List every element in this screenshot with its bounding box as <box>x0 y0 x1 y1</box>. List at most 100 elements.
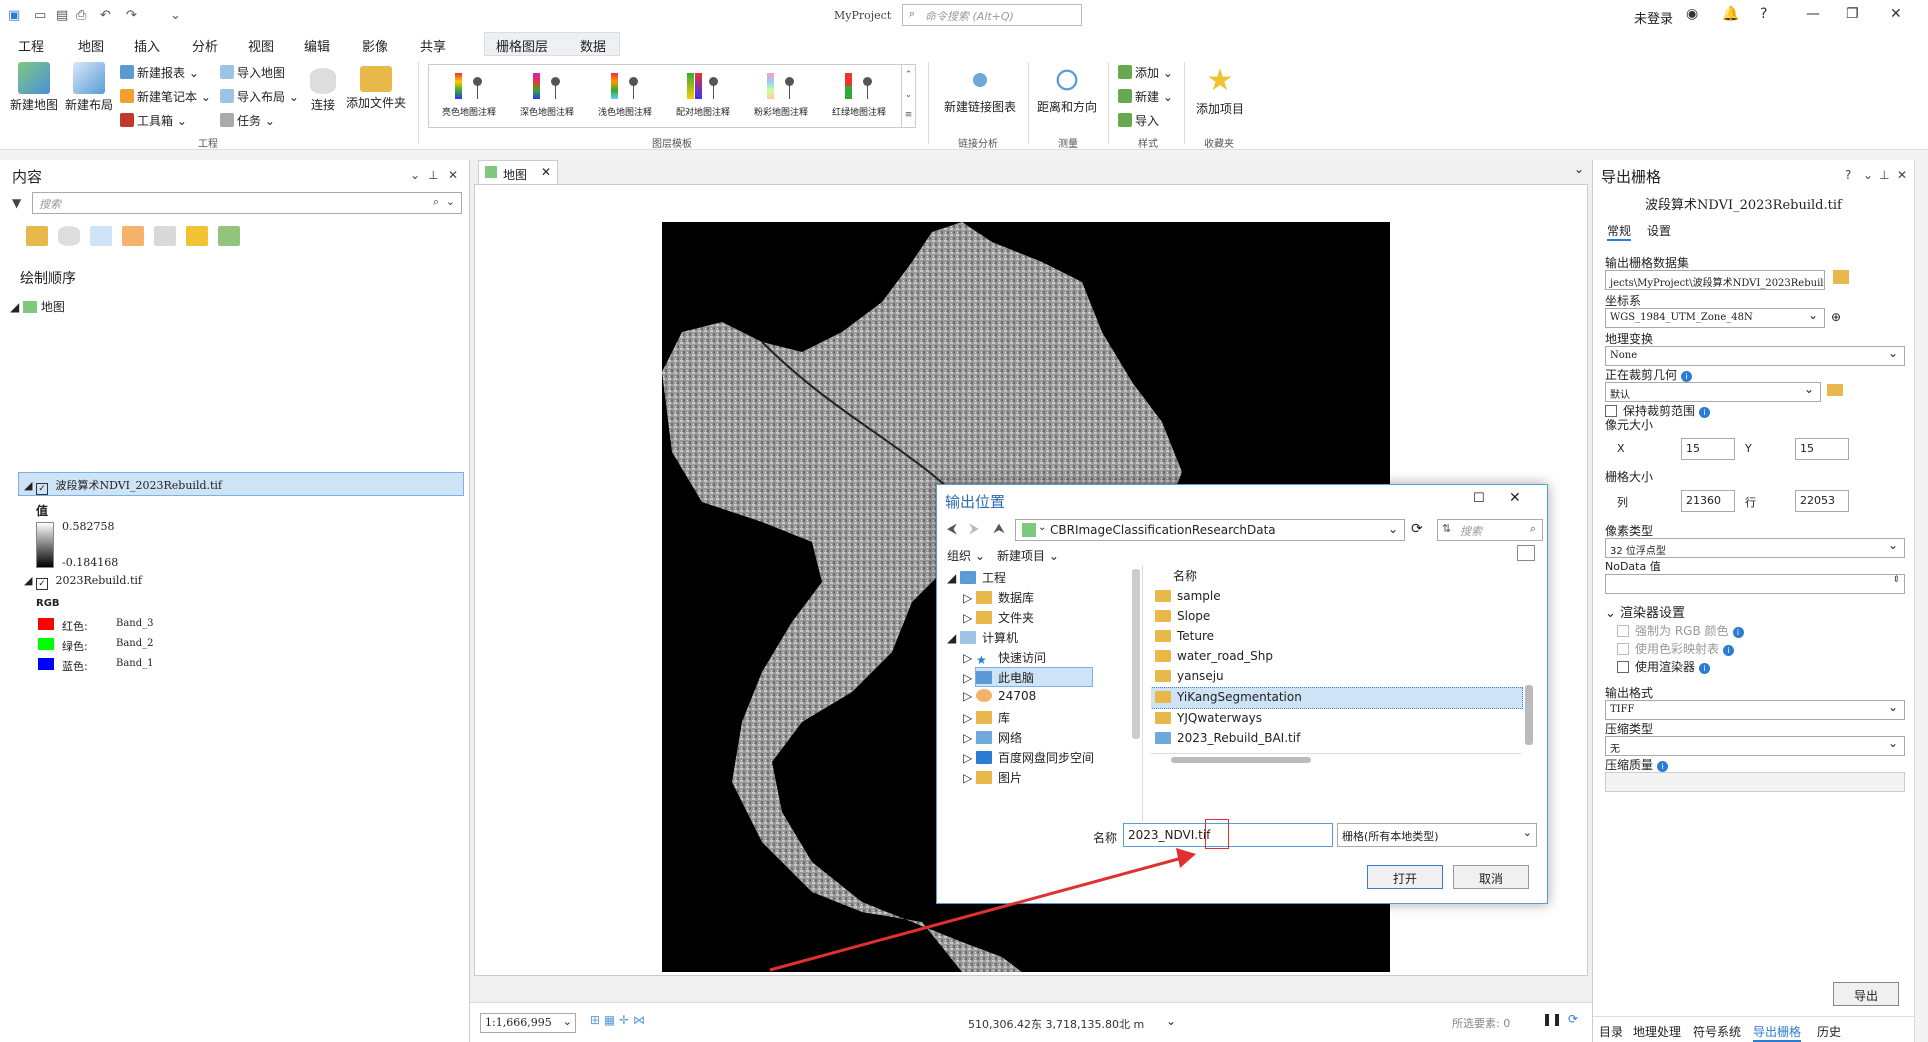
file-item[interactable]: YiKangSegmentation <box>1155 690 1302 704</box>
info-icon[interactable]: i <box>1699 407 1711 418</box>
chevron-down-icon[interactable]: ⌄ <box>1038 522 1046 533</box>
geo-transform-select[interactable]: None <box>1605 346 1905 366</box>
nav-project[interactable]: ◢ 工程 <box>947 569 1006 586</box>
chevron-down-icon[interactable]: ⌄ <box>563 1015 572 1028</box>
layer-visibility-checkbox[interactable]: ✓ <box>35 483 48 495</box>
expand-icon[interactable]: ◢ <box>10 300 19 314</box>
new-notebook-button[interactable]: 新建笔记本 ⌄ <box>120 88 211 105</box>
contents-search-input[interactable]: 搜索 ⌕ ⌄ <box>32 192 462 214</box>
scroll-thumb[interactable] <box>1171 757 1311 763</box>
sort-icon[interactable]: ⇅ <box>1442 522 1451 535</box>
gallery-scroll[interactable]: ⌃ ⌄ ≡ <box>901 65 915 127</box>
help-icon[interactable]: ? <box>1845 168 1851 182</box>
editing-icon[interactable] <box>122 226 144 246</box>
renderer-section[interactable]: ⌄ 渲染器设置 <box>1605 602 1685 621</box>
pane-menu-icon[interactable]: ⌄ <box>1863 168 1873 182</box>
tab-symbology[interactable]: 符号系统 <box>1693 1023 1741 1040</box>
name-column-header[interactable]: 名称 <box>1173 567 1197 584</box>
globe-icon[interactable]: ⊕ <box>1831 310 1841 324</box>
nav-quick-access[interactable]: ▷ ★ 快速访问 <box>963 649 1046 667</box>
print-icon[interactable]: ⎙ <box>76 8 86 23</box>
close-pane-icon[interactable]: ✕ <box>1897 168 1907 182</box>
toolbox-button[interactable]: 工具箱 ⌄ <box>120 112 187 129</box>
map-tools-icon[interactable]: ⊞ ▦ ✛ ⋈ <box>590 1013 645 1027</box>
snapping-icon[interactable] <box>154 226 176 246</box>
file-type-select[interactable]: 栅格(所有本地类型) ⌄ <box>1337 823 1537 847</box>
info-icon[interactable]: i <box>1699 663 1711 674</box>
new-map-button[interactable]: 新建地图 <box>8 62 60 113</box>
new-report-button[interactable]: 新建报表 ⌄ <box>120 64 199 81</box>
import-map-button[interactable]: 导入地图 <box>220 64 285 81</box>
connect-button[interactable]: 连接 <box>306 68 340 113</box>
new-layout-button[interactable]: 新建布局 <box>62 62 116 113</box>
file-item[interactable]: yanseju <box>1155 669 1224 683</box>
chevron-down-icon[interactable]: ⌄ <box>1388 522 1398 536</box>
file-item[interactable]: YJQwaterways <box>1155 711 1262 725</box>
layer-rgb[interactable]: ◢ ✓ 2023Rebuild.tif <box>24 574 142 590</box>
crs-select[interactable]: WGS_1984_UTM_Zone_48N <box>1605 308 1825 328</box>
file-item[interactable]: water_road_Shp <box>1155 649 1273 663</box>
avatar-icon[interactable]: ◉ <box>1686 6 1698 22</box>
filter-icon[interactable]: ▼ <box>12 196 21 210</box>
tab-view[interactable]: 视图 <box>248 36 274 55</box>
tab-data[interactable]: 数据 <box>580 36 606 55</box>
task-button[interactable]: 任务 ⌄ <box>220 112 275 129</box>
add-folder-button[interactable]: 添加文件夹 <box>344 62 408 111</box>
style-add-button[interactable]: 添加 ⌄ <box>1118 64 1173 81</box>
x-input[interactable]: 15 <box>1681 438 1735 460</box>
file-item[interactable]: sample <box>1155 589 1221 603</box>
save-icon[interactable]: ▤ <box>56 8 68 23</box>
gallery-item[interactable]: 浅色地图注释 <box>587 71 663 118</box>
nav-databases[interactable]: ▷ 数据库 <box>963 589 1034 606</box>
gallery-item[interactable]: 亮色地图注释 <box>431 71 507 118</box>
add-item-button[interactable]: ★ 添加项目 <box>1192 66 1248 117</box>
cols-input[interactable]: 21360 <box>1681 490 1735 512</box>
info-icon[interactable]: i <box>1723 645 1735 656</box>
data-source-icon[interactable] <box>58 226 80 246</box>
map-node[interactable]: ◢ 地图 <box>10 298 65 315</box>
gallery-item[interactable]: 配对地图注释 <box>665 71 741 118</box>
gallery-item[interactable]: 红绿地图注释 <box>821 71 897 118</box>
pane-menu-icon[interactable]: ⌄ <box>410 168 420 182</box>
chevron-down-icon[interactable]: ⌄ <box>446 195 455 208</box>
nav-network[interactable]: ▷ 网络 <box>963 729 1022 746</box>
use-renderer-checkbox[interactable]: 使用渲染器 i <box>1617 658 1711 675</box>
tab-list-icon[interactable]: ⌄ <box>1574 162 1584 176</box>
nodata-input[interactable]: ⇕ <box>1605 574 1905 594</box>
layer-ndvi[interactable]: ◢ ✓ 波段算术NDVI_2023Rebuild.tif <box>24 477 222 495</box>
close-tab-icon[interactable]: ✕ <box>541 165 551 179</box>
view-options-icon[interactable] <box>1517 545 1535 561</box>
maximize-icon[interactable]: ☐ <box>1473 491 1485 506</box>
import-layout-button[interactable]: 导入布局 ⌄ <box>220 88 299 105</box>
tab-raster-layer[interactable]: 栅格图层 <box>496 36 548 55</box>
nav-libraries[interactable]: ▷ 库 <box>963 709 1010 726</box>
labeling-icon[interactable] <box>186 226 208 246</box>
info-icon[interactable]: i <box>1732 627 1744 638</box>
refresh-icon[interactable]: ⟳ <box>1568 1012 1578 1026</box>
back-icon[interactable]: ⮜ <box>947 521 957 537</box>
nav-folders[interactable]: ▷ 文件夹 <box>963 609 1034 626</box>
checkbox-box[interactable] <box>1617 661 1629 673</box>
layer-visibility-checkbox[interactable]: ✓ <box>35 578 48 590</box>
new-item-menu[interactable]: 新建项目 ⌄ <box>997 547 1059 564</box>
redo-icon[interactable]: ↷ <box>126 8 137 23</box>
path-breadcrumb[interactable]: ⌄ CBRImageClassificationResearchData ⌄ <box>1015 519 1405 541</box>
pin-icon[interactable]: ⊥ <box>1879 168 1889 182</box>
green-swatch[interactable] <box>38 638 54 650</box>
open-button[interactable]: 打开 <box>1367 865 1443 889</box>
tab-share[interactable]: 共享 <box>420 36 446 55</box>
expand-icon[interactable]: ◢ <box>24 574 32 587</box>
nav-baidu[interactable]: ▷ 百度网盘同步空间 <box>963 749 1094 766</box>
help-icon[interactable]: ? <box>1760 6 1767 22</box>
notification-icon[interactable]: 🔔 <box>1722 6 1739 22</box>
tab-catalog[interactable]: 目录 <box>1599 1023 1623 1040</box>
tab-imagery[interactable]: 影像 <box>362 36 388 55</box>
file-item[interactable]: Teture <box>1155 629 1214 643</box>
coordinate-unit-dropdown[interactable]: ⌄ <box>1166 1014 1176 1028</box>
style-import-button[interactable]: 导入 <box>1118 112 1159 129</box>
drawing-order-icon[interactable] <box>26 226 48 246</box>
rows-input[interactable]: 22053 <box>1795 490 1849 512</box>
clip-select[interactable]: 默认 <box>1605 382 1821 402</box>
expand-icon[interactable]: ◢ <box>24 479 32 492</box>
close-pane-icon[interactable]: ✕ <box>448 168 458 182</box>
